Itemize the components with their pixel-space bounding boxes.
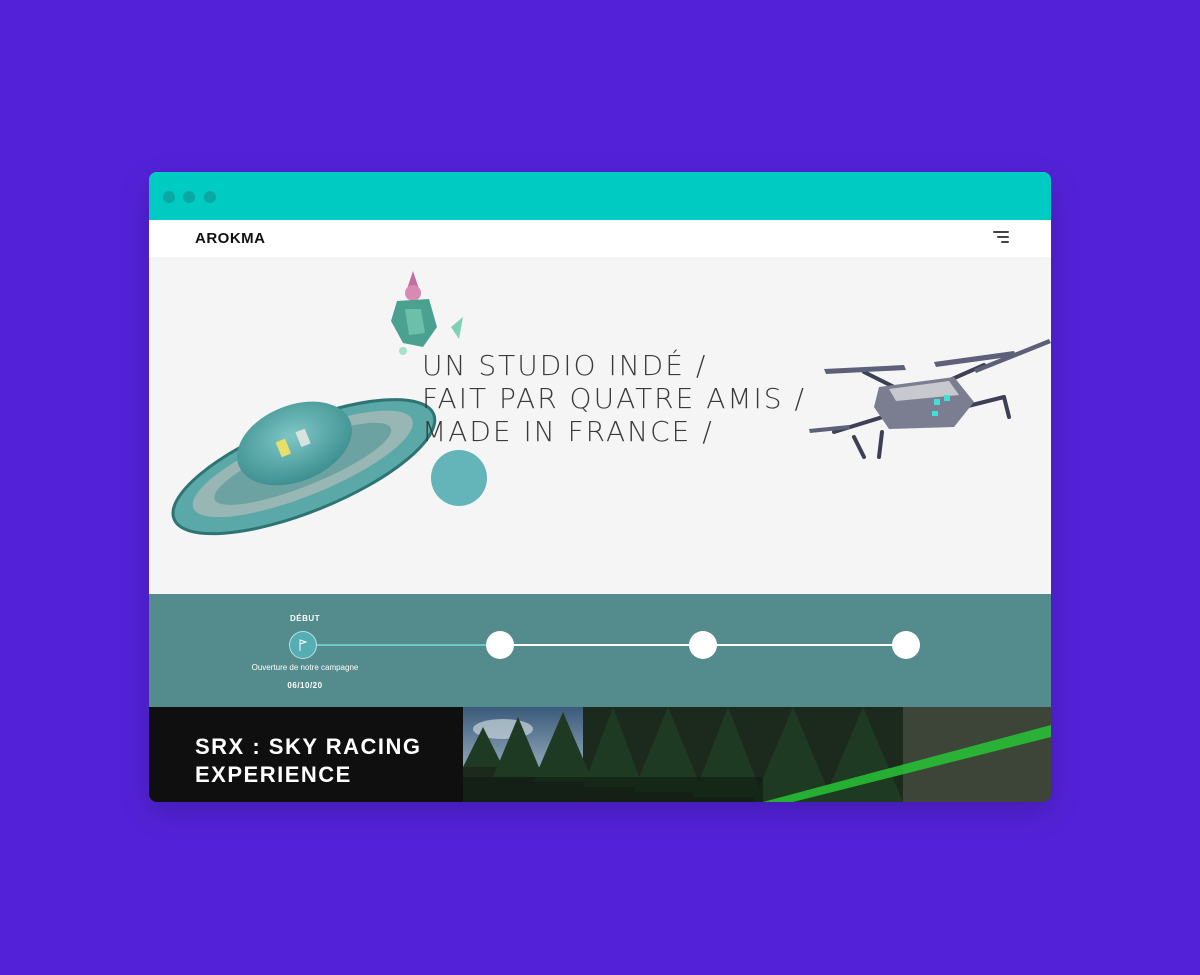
decorative-circle bbox=[431, 450, 487, 506]
window-dot-maximize[interactable] bbox=[204, 191, 216, 203]
game-screenshot-image bbox=[463, 707, 1051, 802]
site-header: AROKMA bbox=[149, 220, 1051, 257]
flag-icon bbox=[299, 639, 308, 651]
window-titlebar bbox=[149, 172, 1051, 220]
timeline-progress bbox=[315, 644, 491, 646]
game-title: SRX : SKY RACING EXPERIENCE bbox=[195, 734, 422, 787]
timeline-node-2[interactable] bbox=[486, 631, 514, 659]
timeline-event-date: 06/10/20 bbox=[287, 681, 323, 690]
window-dot-minimize[interactable] bbox=[183, 191, 195, 203]
hero-line-1: UN STUDIO INDÉ / bbox=[422, 349, 708, 382]
game-title-panel: SRX : SKY RACING EXPERIENCE bbox=[149, 707, 463, 802]
browser-window: AROKMA UN STUDIO INDÉ / FAIT PAR QUATRE … bbox=[149, 172, 1051, 802]
hero-section: UN STUDIO INDÉ / FAIT PAR QUATRE AMIS / … bbox=[149, 257, 1051, 594]
featured-game-banner[interactable]: SRX : SKY RACING EXPERIENCE bbox=[149, 707, 1051, 802]
timeline-node-3[interactable] bbox=[689, 631, 717, 659]
timeline-event-text: Ouverture de notre campagne bbox=[251, 663, 359, 672]
hero-line-2: FAIT PAR QUATRE AMIS / bbox=[422, 382, 806, 415]
timeline-node-start[interactable] bbox=[289, 631, 317, 659]
menu-lines-icon[interactable] bbox=[991, 231, 1009, 245]
timeline-start-label: DÉBUT bbox=[289, 614, 321, 623]
site-logo[interactable]: AROKMA bbox=[195, 230, 266, 247]
hero-line-3: MADE IN FRANCE / bbox=[422, 415, 714, 448]
campaign-timeline: DÉBUT Ouverture de notre campagne 06/10/… bbox=[149, 594, 1051, 707]
ufo-illustration bbox=[171, 398, 437, 536]
timeline-node-4[interactable] bbox=[892, 631, 920, 659]
window-dot-close[interactable] bbox=[163, 191, 175, 203]
drone-illustration bbox=[809, 339, 1051, 459]
